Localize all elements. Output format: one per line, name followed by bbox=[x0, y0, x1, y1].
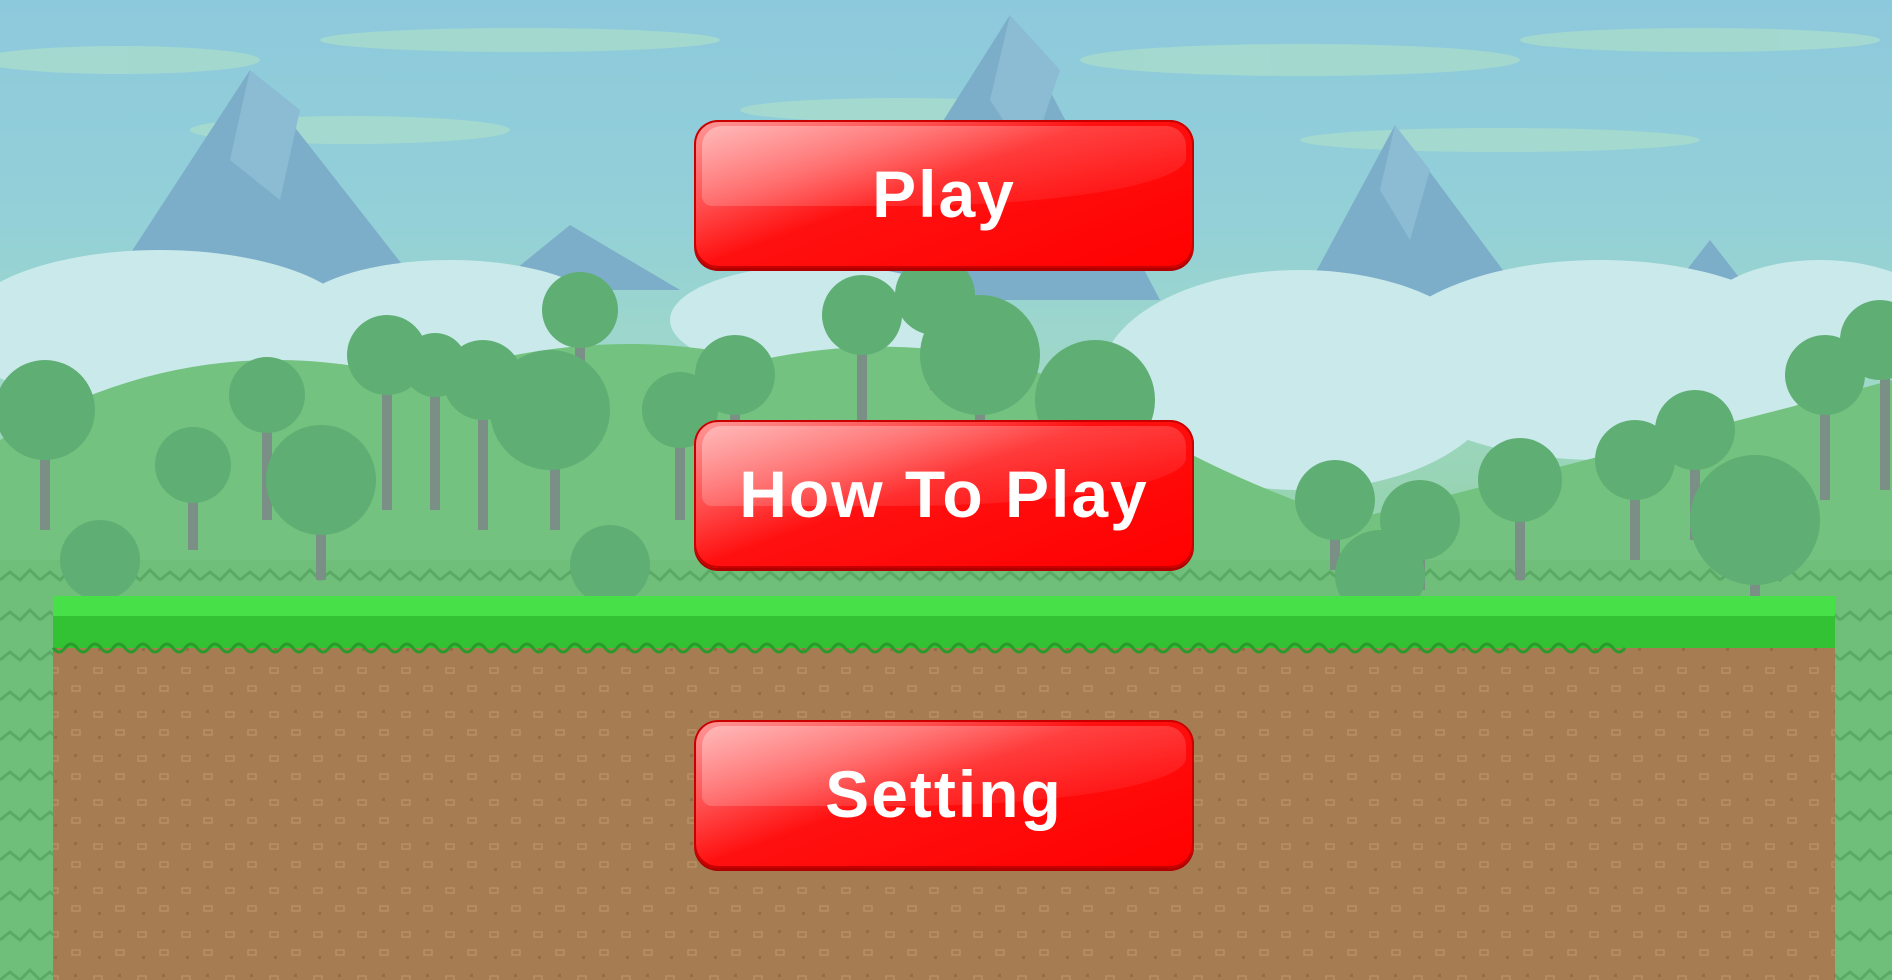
setting-button-label: Setting bbox=[825, 757, 1063, 831]
how-to-play-button-label: How To Play bbox=[739, 457, 1149, 531]
play-button[interactable]: Play bbox=[694, 120, 1194, 268]
setting-button[interactable]: Setting bbox=[694, 720, 1194, 868]
how-to-play-button[interactable]: How To Play bbox=[694, 420, 1194, 568]
play-button-label: Play bbox=[872, 157, 1016, 231]
